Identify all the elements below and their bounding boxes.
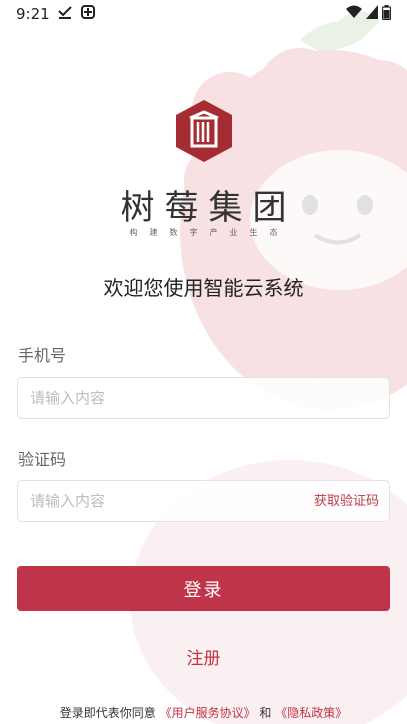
phone-label: 手机号: [18, 346, 67, 365]
agreement-and: 和: [259, 706, 272, 720]
download-check-icon: [57, 5, 72, 23]
wifi-icon: [346, 5, 362, 23]
brand-badge-icon: [175, 100, 232, 162]
battery-icon: [381, 4, 392, 24]
phone-input[interactable]: [18, 378, 389, 418]
brand-name: 树莓集团: [120, 188, 297, 228]
get-code-button[interactable]: 获取验证码: [314, 481, 379, 523]
code-label: 验证码: [18, 450, 67, 469]
phone-field[interactable]: [17, 377, 390, 419]
terms-link[interactable]: 《用户服务协议》: [160, 706, 256, 720]
status-time: 9:21: [16, 5, 50, 23]
brand-slogan: 构建数字产业生态: [129, 228, 290, 237]
welcome-title: 欢迎您使用智能云系统: [103, 276, 304, 300]
register-link[interactable]: 注册: [0, 644, 407, 669]
agreement-text: 登录即代表你同意 《用户服务协议》 和 《隐私政策》: [0, 704, 407, 721]
cell-signal-icon: [366, 5, 378, 23]
status-bar: 9:21: [0, 0, 407, 28]
privacy-link[interactable]: 《隐私政策》: [275, 706, 347, 720]
app-notification-icon: [80, 4, 96, 24]
brand-logo: 树莓集团 构建数字产业生态: [0, 100, 407, 238]
code-field[interactable]: 获取验证码: [17, 480, 390, 522]
login-button[interactable]: 登录: [17, 566, 390, 611]
agreement-prefix: 登录即代表你同意: [59, 706, 156, 720]
